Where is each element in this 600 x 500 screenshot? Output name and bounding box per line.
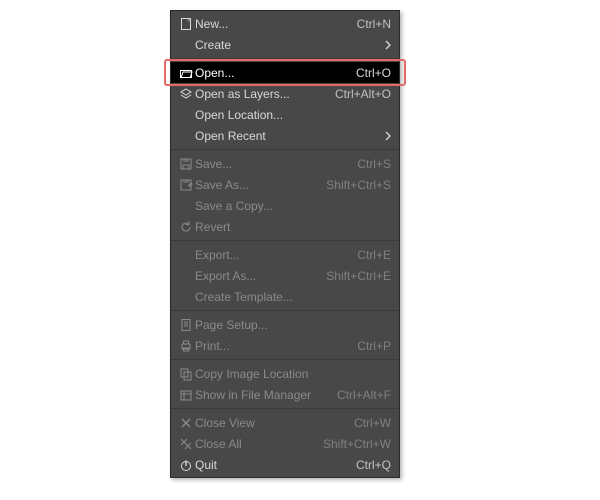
close-icon xyxy=(177,415,195,431)
menu-item-print: Print... Ctrl+P xyxy=(171,335,399,356)
menu-item-label: Close View xyxy=(195,416,346,430)
menu-item-shortcut: Ctrl+W xyxy=(354,416,391,430)
copy-icon xyxy=(177,366,195,382)
menu-item-label: Open Recent xyxy=(195,129,373,143)
menu-item-open-location[interactable]: Open Location... xyxy=(171,104,399,125)
menu-item-export-as: Export As... Shift+Ctrl+E xyxy=(171,265,399,286)
menu-item-label: Print... xyxy=(195,339,349,353)
menu-item-shortcut: Ctrl+P xyxy=(357,339,391,353)
menu-item-label: New... xyxy=(195,17,349,31)
menu-item-save-as: Save As... Shift+Ctrl+S xyxy=(171,174,399,195)
menu-item-label: Open as Layers... xyxy=(195,87,327,101)
save-as-icon xyxy=(177,177,195,193)
menu-item-label: Show in File Manager xyxy=(195,388,329,402)
menu-item-quit[interactable]: Quit Ctrl+Q xyxy=(171,454,399,475)
menu-item-shortcut: Ctrl+S xyxy=(357,157,391,171)
menu-item-save-copy: Save a Copy... xyxy=(171,195,399,216)
menu-item-copy-image-location: Copy Image Location xyxy=(171,363,399,384)
menu-item-label: Save... xyxy=(195,157,349,171)
menu-item-shortcut: Shift+Ctrl+W xyxy=(323,437,391,451)
menu-separator xyxy=(171,240,399,241)
menu-item-page-setup: Page Setup... xyxy=(171,314,399,335)
menu-item-label: Create xyxy=(195,38,373,52)
menu-item-label: Quit xyxy=(195,458,348,472)
menu-item-label: Revert xyxy=(195,220,391,234)
menu-item-create-template: Create Template... xyxy=(171,286,399,307)
menu-item-open-recent[interactable]: Open Recent xyxy=(171,125,399,146)
blank-icon xyxy=(177,247,195,263)
menu-item-open[interactable]: Open... Ctrl+O xyxy=(171,62,399,83)
menu-item-label: Page Setup... xyxy=(195,318,391,332)
file-manager-icon xyxy=(177,387,195,403)
menu-item-export: Export... Ctrl+E xyxy=(171,244,399,265)
blank-icon xyxy=(177,198,195,214)
menu-item-label: Open... xyxy=(195,66,348,80)
menu-item-open-layers[interactable]: Open as Layers... Ctrl+Alt+O xyxy=(171,83,399,104)
quit-icon xyxy=(177,457,195,473)
open-icon xyxy=(177,65,195,81)
blank-icon xyxy=(177,107,195,123)
menu-item-revert: Revert xyxy=(171,216,399,237)
menu-item-close-view: Close View Ctrl+W xyxy=(171,412,399,433)
menu-separator xyxy=(171,359,399,360)
revert-icon xyxy=(177,219,195,235)
menu-item-create[interactable]: Create xyxy=(171,34,399,55)
menu-item-label: Copy Image Location xyxy=(195,367,391,381)
menu-item-label: Open Location... xyxy=(195,108,391,122)
blank-icon xyxy=(177,268,195,284)
menu-item-label: Export As... xyxy=(195,269,318,283)
menu-item-save: Save... Ctrl+S xyxy=(171,153,399,174)
menu-item-shortcut: Shift+Ctrl+S xyxy=(326,178,391,192)
new-icon xyxy=(177,16,195,32)
menu-item-label: Close All xyxy=(195,437,315,451)
menu-item-shortcut: Ctrl+N xyxy=(357,17,391,31)
menu-item-shortcut: Ctrl+E xyxy=(357,248,391,262)
menu-item-close-all: Close All Shift+Ctrl+W xyxy=(171,433,399,454)
menu-item-label: Export... xyxy=(195,248,349,262)
menu-item-new[interactable]: New... Ctrl+N xyxy=(171,13,399,34)
page-setup-icon xyxy=(177,317,195,333)
menu-item-label: Create Template... xyxy=(195,290,391,304)
menu-separator xyxy=(171,58,399,59)
menu-item-shortcut: Ctrl+Alt+O xyxy=(335,87,391,101)
save-icon xyxy=(177,156,195,172)
menu-item-show-in-file-mgr: Show in File Manager Ctrl+Alt+F xyxy=(171,384,399,405)
print-icon xyxy=(177,338,195,354)
menu-separator xyxy=(171,408,399,409)
blank-icon xyxy=(177,289,195,305)
chevron-right-icon xyxy=(381,131,391,141)
menu-item-label: Save a Copy... xyxy=(195,199,391,213)
blank-icon xyxy=(177,37,195,53)
close-all-icon xyxy=(177,436,195,452)
file-menu: New... Ctrl+N Create Open... Ctrl+O Open as L… xyxy=(170,10,400,478)
menu-item-label: Save As... xyxy=(195,178,318,192)
chevron-right-icon xyxy=(381,40,391,50)
menu-separator xyxy=(171,149,399,150)
menu-item-shortcut: Shift+Ctrl+E xyxy=(326,269,391,283)
menu-item-shortcut: Ctrl+O xyxy=(356,66,391,80)
menu-item-shortcut: Ctrl+Alt+F xyxy=(337,388,391,402)
menu-item-shortcut: Ctrl+Q xyxy=(356,458,391,472)
blank-icon xyxy=(177,128,195,144)
open-layers-icon xyxy=(177,86,195,102)
menu-separator xyxy=(171,310,399,311)
